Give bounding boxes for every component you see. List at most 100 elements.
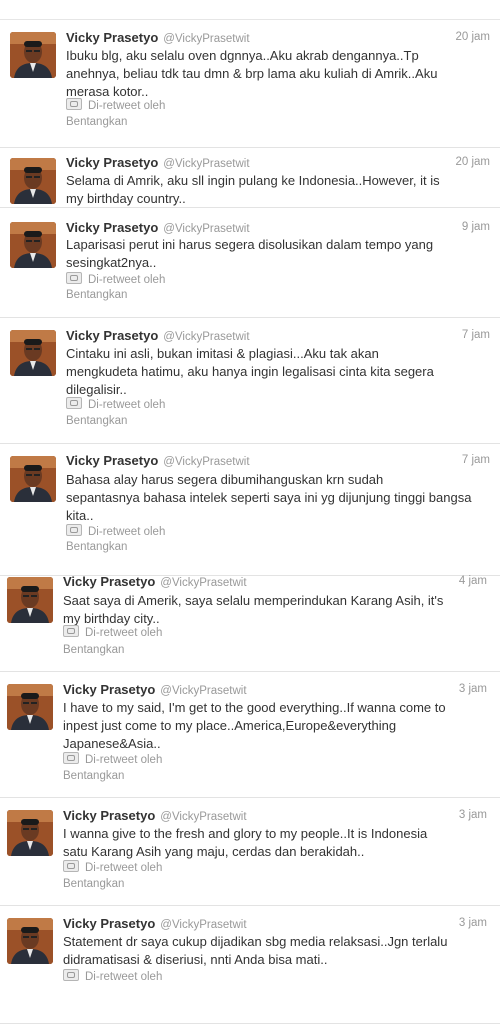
tweet-text-line: inpest just come to my place..America,Eu…: [63, 718, 397, 733]
tweet-text: Saat saya di Amerik, saya selalu memperi…: [63, 592, 483, 628]
tweet-author[interactable]: Vicky Prasetyo @VickyPrasetwit: [63, 808, 247, 823]
tweet-author[interactable]: Vicky Prasetyo @VickyPrasetwit: [63, 916, 247, 931]
tweet-item[interactable]: Vicky Prasetyo @VickyPrasetwit 3 jam I wann…: [0, 798, 500, 906]
author-name[interactable]: Vicky Prasetyo: [66, 328, 158, 343]
avatar[interactable]: [7, 684, 53, 730]
tweet-author[interactable]: Vicky Prasetyo @VickyPrasetwit: [66, 453, 250, 468]
tweet-timestamp[interactable]: 20 jam: [455, 31, 490, 43]
expand-link[interactable]: Bentangkan: [63, 644, 124, 656]
tweet-text-line: kita..: [66, 508, 94, 523]
retweeted-by-label: Di-retweet oleh: [85, 862, 163, 874]
tweet-text: Statement dr saya cukup dijadikan sbg me…: [63, 933, 483, 969]
tweet-text: I wanna give to the fresh and glory to m…: [63, 825, 483, 861]
retweeted-by-label: Di-retweet oleh: [85, 754, 163, 766]
author-handle[interactable]: @VickyPrasetwit: [160, 685, 246, 697]
avatar[interactable]: [7, 577, 53, 623]
tweet-item[interactable]: Vicky Prasetyo @VickyPrasetwit 20 jam Selam…: [0, 148, 500, 208]
tweet-author[interactable]: Vicky Prasetyo @VickyPrasetwit: [66, 155, 250, 170]
tweet-timestamp[interactable]: 7 jam: [462, 329, 490, 341]
expand-link[interactable]: Bentangkan: [66, 541, 127, 553]
tweet-timestamp[interactable]: 9 jam: [462, 221, 490, 233]
avatar[interactable]: [10, 222, 56, 268]
retweeted-by-label: Di-retweet oleh: [88, 274, 166, 286]
tweet-text-line: Japanese&Asia..: [63, 736, 161, 751]
retweeted-by-label: Di-retweet oleh: [85, 971, 163, 983]
tweet-text-line: satu Karang Asih yang maju, cerdas dan b…: [63, 844, 365, 859]
retweeted-by[interactable]: Di-retweet oleh: [63, 752, 162, 766]
author-handle[interactable]: @VickyPrasetwit: [163, 456, 249, 468]
expand-link[interactable]: Bentangkan: [66, 289, 127, 301]
tweet-author[interactable]: Vicky Prasetyo @VickyPrasetwit: [63, 682, 247, 697]
tweet-timestamp[interactable]: 4 jam: [459, 575, 487, 587]
tweet-text-line: Ibuku blg, aku selalu oven dgnnya..Aku a…: [66, 48, 419, 63]
retweeted-by[interactable]: Di-retweet oleh: [63, 625, 162, 639]
tweet-text-line: Selama di Amrik, aku sll ingin pulang ke…: [66, 173, 440, 188]
retweeted-by[interactable]: Di-retweet oleh: [66, 272, 165, 286]
retweet-icon: [66, 272, 82, 284]
retweeted-by[interactable]: Di-retweet oleh: [66, 524, 165, 538]
tweet-author[interactable]: Vicky Prasetyo @VickyPrasetwit: [66, 30, 250, 45]
tweet-author[interactable]: Vicky Prasetyo @VickyPrasetwit: [63, 574, 247, 589]
avatar[interactable]: [10, 158, 56, 204]
tweet-text-line: I have to my said, I'm get to the good e…: [63, 700, 446, 715]
author-name[interactable]: Vicky Prasetyo: [63, 808, 155, 823]
tweet-item[interactable]: Vicky Prasetyo @VickyPrasetwit 7 jam Cintak…: [0, 318, 500, 444]
retweeted-by-label: Di-retweet oleh: [88, 100, 166, 112]
author-handle[interactable]: @VickyPrasetwit: [163, 33, 249, 45]
author-handle[interactable]: @VickyPrasetwit: [160, 919, 246, 931]
retweeted-by[interactable]: Di-retweet oleh: [66, 98, 165, 112]
expand-link[interactable]: Bentangkan: [66, 415, 127, 427]
author-name[interactable]: Vicky Prasetyo: [66, 30, 158, 45]
tweet-timestamp[interactable]: 3 jam: [459, 917, 487, 929]
avatar[interactable]: [7, 918, 53, 964]
retweet-icon: [66, 98, 82, 110]
retweeted-by[interactable]: Di-retweet oleh: [63, 860, 162, 874]
author-handle[interactable]: @VickyPrasetwit: [163, 158, 249, 170]
tweet-timestamp[interactable]: 3 jam: [459, 809, 487, 821]
tweet-text: Laparisasi perut ini harus segera disolu…: [66, 236, 486, 272]
author-handle[interactable]: @VickyPrasetwit: [163, 223, 249, 235]
retweet-icon: [63, 752, 79, 764]
tweet-text: Cintaku ini asli, bukan imitasi & plagia…: [66, 345, 486, 399]
tweet-text: Bahasa alay harus segera dibumihanguskan…: [66, 471, 486, 525]
tweet-text-line: Laparisasi perut ini harus segera disolu…: [66, 237, 434, 252]
tweet-item[interactable]: Vicky Prasetyo @VickyPrasetwit 4 jam Saat s…: [0, 574, 500, 672]
tweet-text-line: Statement dr saya cukup dijadikan sbg me…: [63, 934, 448, 949]
tweet-item[interactable]: Vicky Prasetyo @VickyPrasetwit 3 jam Statem…: [0, 906, 500, 1024]
retweeted-by-label: Di-retweet oleh: [88, 399, 166, 411]
expand-link[interactable]: Bentangkan: [63, 770, 124, 782]
tweet-text-line: my birthday country..: [66, 191, 186, 206]
tweet-text-line: mengkudeta hatimu, aku hanya ingin legal…: [66, 364, 434, 379]
tweet-timestamp[interactable]: 20 jam: [455, 156, 490, 168]
expand-link[interactable]: Bentangkan: [63, 878, 124, 890]
tweet-text-line: Cintaku ini asli, bukan imitasi & plagia…: [66, 346, 379, 361]
tweet-timestamp[interactable]: 3 jam: [459, 683, 487, 695]
tweet-feed: Vicky Prasetyo @VickyPrasetwit 20 jam Ibuku…: [0, 0, 502, 1024]
tweet-text-line: sesingkat2nya..: [66, 255, 157, 270]
retweet-icon: [63, 969, 79, 981]
avatar[interactable]: [10, 330, 56, 376]
tweet-item[interactable]: Vicky Prasetyo @VickyPrasetwit 3 jam I have…: [0, 672, 500, 798]
tweet-author[interactable]: Vicky Prasetyo @VickyPrasetwit: [66, 328, 250, 343]
avatar[interactable]: [7, 810, 53, 856]
tweet-author[interactable]: Vicky Prasetyo @VickyPrasetwit: [66, 220, 250, 235]
author-handle[interactable]: @VickyPrasetwit: [160, 577, 246, 589]
retweeted-by[interactable]: Di-retweet oleh: [66, 397, 165, 411]
avatar[interactable]: [10, 456, 56, 502]
tweet-item[interactable]: Vicky Prasetyo @VickyPrasetwit 7 jam Bahasa…: [0, 444, 500, 576]
author-name[interactable]: Vicky Prasetyo: [63, 916, 155, 931]
author-name[interactable]: Vicky Prasetyo: [66, 220, 158, 235]
expand-link[interactable]: Bentangkan: [66, 116, 127, 128]
tweet-text-line: Saat saya di Amerik, saya selalu memperi…: [63, 593, 444, 608]
tweet-timestamp[interactable]: 7 jam: [462, 454, 490, 466]
author-name[interactable]: Vicky Prasetyo: [66, 155, 158, 170]
avatar[interactable]: [10, 32, 56, 78]
retweeted-by[interactable]: Di-retweet oleh: [63, 969, 162, 983]
author-name[interactable]: Vicky Prasetyo: [63, 574, 155, 589]
author-handle[interactable]: @VickyPrasetwit: [163, 331, 249, 343]
author-name[interactable]: Vicky Prasetyo: [66, 453, 158, 468]
tweet-item[interactable]: Vicky Prasetyo @VickyPrasetwit 9 jam Lapari…: [0, 208, 500, 318]
author-name[interactable]: Vicky Prasetyo: [63, 682, 155, 697]
author-handle[interactable]: @VickyPrasetwit: [160, 811, 246, 823]
tweet-item[interactable]: Vicky Prasetyo @VickyPrasetwit 20 jam Ibuku…: [0, 20, 500, 148]
